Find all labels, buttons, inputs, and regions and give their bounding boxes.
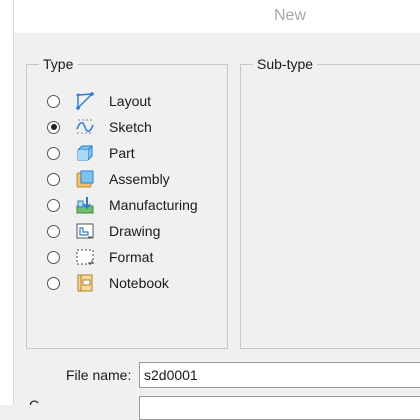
layout-radio[interactable] xyxy=(47,94,60,108)
type-option-drawing[interactable]: Drawing xyxy=(47,220,227,242)
notebook-icon xyxy=(75,273,95,293)
common-name-label: C xyxy=(29,398,69,405)
type-option-notebook[interactable]: Notebook xyxy=(47,272,227,294)
part-icon xyxy=(75,143,95,163)
type-option-manufacturing[interactable]: Manufacturing xyxy=(47,194,227,216)
assembly-label: Assembly xyxy=(109,171,170,187)
assembly-radio[interactable] xyxy=(47,172,60,186)
part-label: Part xyxy=(109,145,135,161)
file-name-input[interactable] xyxy=(139,362,420,388)
layout-icon xyxy=(75,91,95,111)
type-option-sketch[interactable]: Sketch xyxy=(47,116,227,138)
notebook-radio[interactable] xyxy=(47,276,60,290)
assembly-icon xyxy=(75,169,95,189)
common-name-input[interactable] xyxy=(139,396,420,420)
type-option-assembly[interactable]: Assembly xyxy=(47,168,227,190)
type-option-part[interactable]: Part xyxy=(47,142,227,164)
type-option-format[interactable]: Format xyxy=(47,246,227,268)
file-name-label: File name: xyxy=(66,367,132,383)
format-radio[interactable] xyxy=(47,250,60,264)
drawing-icon xyxy=(75,221,95,241)
subtype-groupbox: Sub-type xyxy=(240,56,420,349)
sketch-icon xyxy=(75,117,95,137)
sketch-radio[interactable] xyxy=(47,120,60,134)
drawing-radio[interactable] xyxy=(47,224,60,238)
manufacturing-radio[interactable] xyxy=(47,198,60,212)
format-label: Format xyxy=(109,249,154,265)
left-window-edge xyxy=(0,0,14,405)
layout-label: Layout xyxy=(109,93,152,109)
manufacturing-label: Manufacturing xyxy=(109,197,198,213)
dialog-titlebar: New xyxy=(14,0,420,33)
type-legend: Type xyxy=(39,56,78,72)
type-option-layout[interactable]: Layout xyxy=(47,90,227,112)
notebook-label: Notebook xyxy=(109,275,169,291)
part-radio[interactable] xyxy=(47,146,60,160)
drawing-label: Drawing xyxy=(109,223,161,239)
sketch-label: Sketch xyxy=(109,119,152,135)
format-icon xyxy=(75,247,95,267)
manufacturing-icon xyxy=(75,195,95,215)
subtype-legend: Sub-type xyxy=(253,56,318,72)
dialog-title: New xyxy=(274,7,307,24)
